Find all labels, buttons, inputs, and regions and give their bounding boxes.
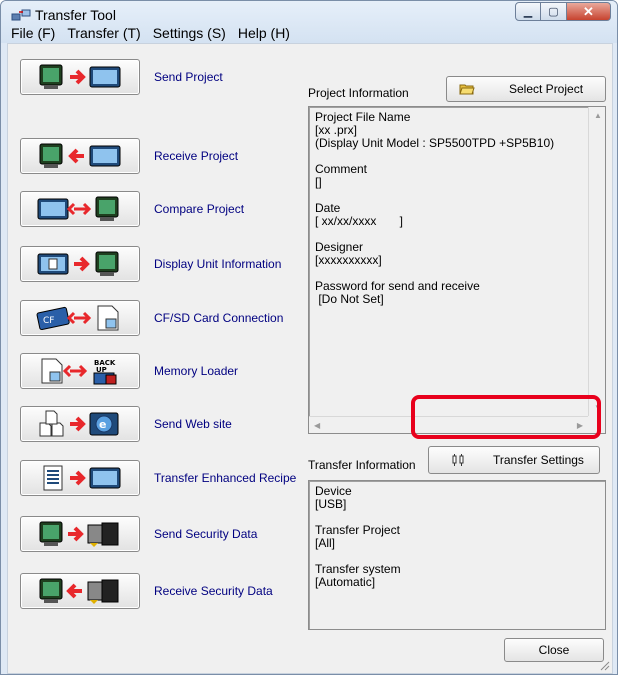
receive-project-label[interactable]: Receive Project	[154, 149, 238, 163]
command-send-security-data: Send Security Data	[20, 512, 305, 556]
send-project-button[interactable]	[20, 59, 140, 95]
display-unit-info-button[interactable]	[20, 246, 140, 282]
vertical-scrollbar[interactable]: ▲ ▼	[588, 107, 605, 416]
pc-arrow-left-display-icon	[39, 143, 121, 168]
maximize-button[interactable]: ▢	[541, 2, 567, 21]
recipe-to-display-icon	[43, 465, 121, 491]
display-info-to-pc-icon	[37, 251, 119, 276]
menu-settings[interactable]: Settings (S)	[153, 25, 226, 41]
close-window-button[interactable]: ✕	[567, 2, 611, 21]
pc-to-security-device-icon	[39, 521, 119, 547]
command-compare-project: Compare Project	[20, 187, 305, 231]
project-info-content: Project File Name [xx .prx] (Display Unit …	[315, 111, 585, 306]
web-files-to-ie-icon: e	[39, 410, 119, 437]
transfer-tool-app-icon	[11, 9, 31, 21]
command-cf-sd-card: CF CF/SD Card Connection	[20, 296, 305, 340]
info-line: (Display Unit Model : SP5500TPD +SP5B10)	[315, 136, 555, 150]
info-line: [USB]	[315, 497, 347, 511]
transfer-info-content: Device [USB] Transfer Project [All] Transf…	[315, 485, 585, 589]
send-security-data-label[interactable]: Send Security Data	[154, 527, 257, 541]
cf-sd-card-button[interactable]: CF	[20, 300, 140, 336]
command-send-web-site: e Send Web site	[20, 402, 305, 446]
svg-text:CF: CF	[43, 316, 54, 326]
command-send-project: Send Project	[20, 55, 305, 99]
command-display-unit-info: Display Unit Information	[20, 242, 305, 286]
transfer-tool-window: Transfer Tool ▁ ▢ ✕ File (F) Transfer (T…	[0, 0, 618, 675]
info-line: [xxxxxxxxxx]	[315, 253, 382, 267]
security-device-to-pc-icon	[39, 578, 119, 604]
menu-transfer[interactable]: Transfer (T)	[67, 25, 140, 41]
receive-project-button[interactable]	[20, 138, 140, 174]
resize-grip-icon[interactable]	[598, 659, 610, 671]
title-bar: Transfer Tool ▁ ▢ ✕ File (F) Transfer (T…	[1, 1, 617, 43]
cf-card-file-icon: CF	[36, 305, 119, 331]
project-information-label: Project Information	[308, 86, 409, 100]
select-project-label: Select Project	[509, 82, 584, 96]
scroll-up-icon[interactable]: ▲	[594, 111, 602, 120]
main-panel: Send Project Receive Project Compare Pro…	[7, 43, 613, 674]
command-memory-loader: BACK UP Memory Loader	[20, 349, 305, 393]
file-backup-icon: BACKUP	[41, 358, 117, 385]
transfer-settings-label: Transfer Settings	[493, 453, 584, 467]
info-line: Transfer Project	[315, 523, 400, 537]
transfer-settings-highlight	[411, 395, 601, 439]
memory-loader-label[interactable]: Memory Loader	[154, 364, 238, 378]
info-line: [All]	[315, 536, 336, 550]
send-web-site-button[interactable]: e	[20, 406, 140, 442]
info-line: [ xx/xx/xxxx ]	[315, 214, 404, 228]
menu-help[interactable]: Help (H)	[238, 25, 290, 41]
window-title: Transfer Tool	[35, 7, 116, 23]
info-line: Comment	[315, 162, 368, 176]
close-button[interactable]: Close	[504, 638, 604, 662]
transfer-information-label: Transfer Information	[308, 458, 416, 472]
send-web-site-label[interactable]: Send Web site	[154, 417, 232, 431]
receive-security-data-button[interactable]	[20, 573, 140, 609]
svg-text:e: e	[99, 418, 106, 431]
minimize-button[interactable]: ▁	[515, 2, 541, 21]
memory-loader-button[interactable]: BACK UP	[20, 353, 140, 389]
command-receive-security-data: Receive Security Data	[20, 569, 305, 613]
command-receive-project: Receive Project	[20, 134, 305, 178]
send-security-data-button[interactable]	[20, 516, 140, 552]
display-compare-pc-icon	[37, 196, 119, 221]
maximize-icon: ▢	[548, 6, 559, 18]
select-project-button[interactable]: Select Project	[446, 76, 606, 102]
minimize-icon: ▁	[523, 6, 533, 18]
project-info-panel[interactable]: Project File Name [xx .prx] (Display Unit …	[308, 106, 606, 434]
compare-project-button[interactable]	[20, 191, 140, 227]
send-project-label[interactable]: Send Project	[154, 70, 223, 84]
info-line: []	[315, 175, 322, 189]
cable-connector-icon	[452, 454, 464, 466]
close-icon: ✕	[583, 3, 594, 19]
cf-sd-card-label[interactable]: CF/SD Card Connection	[154, 311, 283, 325]
folder-icon	[459, 84, 475, 95]
transfer-info-panel[interactable]: Device [USB] Transfer Project [All] Transf…	[308, 480, 606, 630]
display-unit-info-label[interactable]: Display Unit Information	[154, 257, 281, 271]
compare-project-label[interactable]: Compare Project	[154, 202, 244, 216]
receive-security-data-label[interactable]: Receive Security Data	[154, 584, 273, 598]
command-transfer-enhanced-recipe: Transfer Enhanced Recipe	[20, 456, 305, 500]
info-line	[315, 189, 585, 202]
transfer-enhanced-recipe-label[interactable]: Transfer Enhanced Recipe	[154, 471, 296, 485]
transfer-settings-button[interactable]: Transfer Settings	[428, 446, 600, 474]
close-button-label: Close	[538, 643, 570, 657]
transfer-enhanced-recipe-button[interactable]	[20, 460, 140, 496]
info-line: [Do Not Set]	[315, 292, 384, 306]
info-line: [Automatic]	[315, 575, 376, 589]
menu-file[interactable]: File (F)	[11, 25, 55, 41]
info-line: Device	[315, 484, 352, 498]
scroll-left-icon[interactable]: ◀	[314, 421, 320, 430]
menu-bar: File (F) Transfer (T) Settings (S) Help …	[1, 23, 617, 43]
pc-arrow-right-display-icon	[39, 64, 121, 89]
